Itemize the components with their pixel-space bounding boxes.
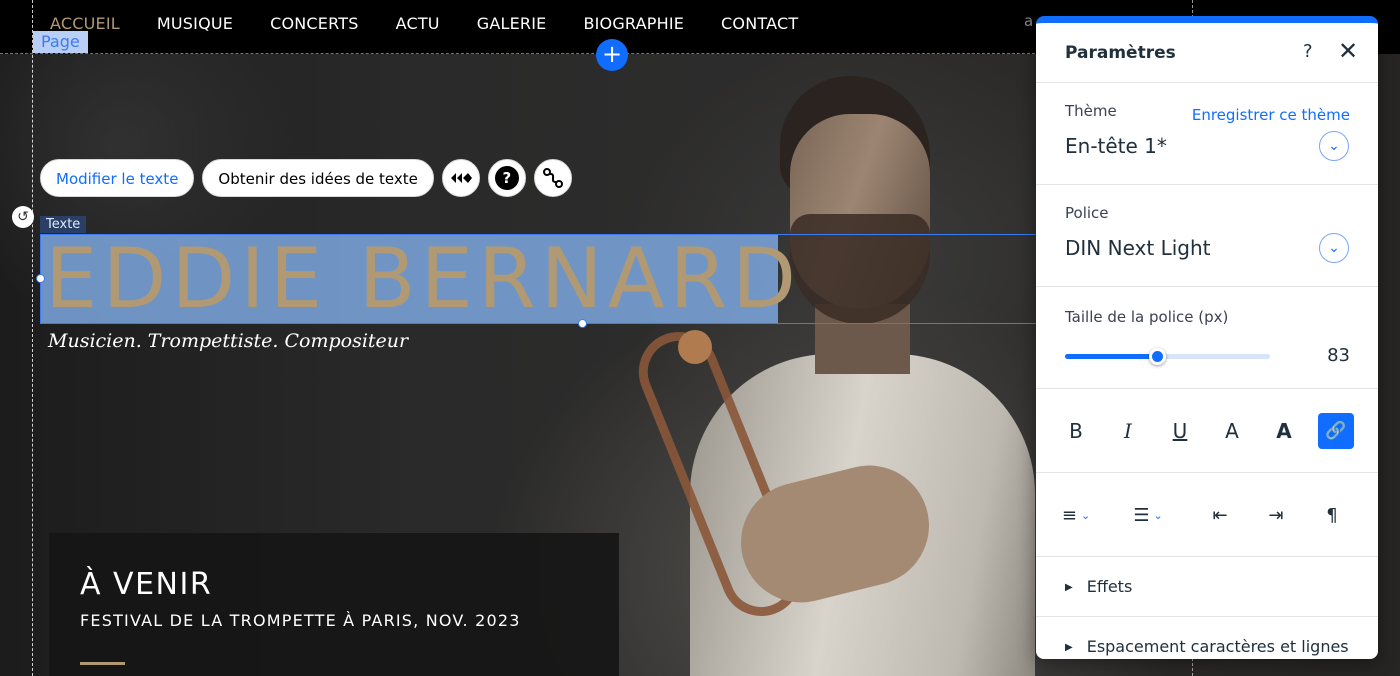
align-left-icon[interactable]: ≡ ⌄ [1058, 497, 1094, 533]
nav-item-musique[interactable]: MUSIQUE [157, 14, 233, 33]
nav-item-accueil[interactable]: ACCUEIL [50, 14, 120, 33]
nav-item-biographie[interactable]: BIOGRAPHIE [583, 14, 684, 33]
panel-close-icon[interactable]: ✕ [1338, 37, 1358, 65]
indent-decrease-icon[interactable]: ⇤ [1202, 497, 1238, 533]
font-size-section: Taille de la police (px) 83 [1036, 287, 1378, 389]
theme-dropdown-chevron-icon[interactable]: ⌄ [1319, 131, 1349, 161]
theme-label: Thème [1065, 102, 1117, 120]
spacing-label: Espacement caractères et lignes [1086, 637, 1349, 656]
indent-increase-icon[interactable]: ⇥ [1258, 497, 1294, 533]
animation-button[interactable] [441, 159, 480, 197]
font-size-slider[interactable] [1065, 348, 1270, 365]
left-resize-handle[interactable] [36, 274, 45, 283]
connect-icon [542, 168, 563, 188]
font-dropdown-chevron-icon[interactable]: ⌄ [1319, 233, 1349, 263]
panel-header: Paramètres ? ✕ [1036, 23, 1378, 83]
theme-value[interactable]: En-tête 1* [1065, 134, 1167, 158]
align-chevron-icon: ⌄ [1080, 508, 1091, 522]
nav-item-galerie[interactable]: GALERIE [477, 14, 547, 33]
trumpet-mouthpiece [678, 330, 712, 364]
edit-text-button[interactable]: Modifier le texte [40, 159, 195, 197]
nav-item-actu[interactable]: ACTU [396, 14, 440, 33]
text-direction-icon[interactable]: ¶ [1314, 497, 1350, 533]
link-button[interactable]: 🔗 [1318, 413, 1354, 449]
editor-guide-header [0, 53, 1040, 54]
font-size-slider-fill [1065, 354, 1158, 359]
headline-selection-box[interactable]: EDDIE BERNARD [36, 230, 1040, 328]
main-nav: ACCUEIL MUSIQUE CONCERTS ACTU GALERIE BI… [50, 0, 798, 46]
upcoming-divider [80, 662, 125, 665]
italic-button[interactable]: I [1110, 413, 1146, 449]
highlight-color-button[interactable]: A [1266, 413, 1302, 449]
animation-icon [450, 173, 472, 183]
font-size-label: Taille de la police (px) [1065, 308, 1229, 326]
bottom-resize-handle[interactable] [578, 319, 587, 328]
effects-section[interactable]: ▶ Effets [1036, 557, 1378, 617]
theme-section: Thème Enregistrer ce thème En-tête 1* ⌄ [1036, 83, 1378, 185]
upcoming-title: À VENIR [80, 567, 213, 602]
panel-title: Paramètres [1065, 43, 1176, 63]
bold-button[interactable]: B [1058, 413, 1094, 449]
text-toolbar: Modifier le texte Obtenir des idées de t… [40, 159, 572, 197]
nav-item-contact[interactable]: CONTACT [721, 14, 798, 33]
font-size-value[interactable]: 83 [1327, 345, 1350, 366]
underline-button[interactable]: U [1162, 413, 1198, 449]
editor-guide-left [32, 0, 33, 676]
list-chevron-icon: ⌄ [1153, 508, 1163, 522]
spacing-expand-icon: ▶ [1065, 642, 1073, 653]
nav-item-concerts[interactable]: CONCERTS [270, 14, 359, 33]
connect-button[interactable] [533, 159, 572, 197]
format-section: B I U A A 🔗 [1036, 389, 1378, 473]
spacing-section[interactable]: ▶ Espacement caractères et lignes [1036, 617, 1378, 659]
font-section: Police DIN Next Light ⌄ [1036, 185, 1378, 287]
spacing-accordion[interactable]: ▶ Espacement caractères et lignes [1065, 637, 1349, 656]
help-button[interactable]: ? [487, 159, 526, 197]
amazon-icon[interactable]: a [1024, 12, 1033, 30]
headline-text[interactable]: EDDIE BERNARD [45, 229, 801, 329]
page-tag[interactable]: Page [33, 31, 88, 53]
font-label: Police [1065, 204, 1109, 222]
add-section-button[interactable]: + [596, 39, 628, 71]
font-value[interactable]: DIN Next Light [1065, 236, 1210, 260]
panel-help-icon[interactable]: ? [1303, 41, 1313, 62]
text-color-button[interactable]: A [1214, 413, 1250, 449]
rotate-icon[interactable]: ↺ [12, 206, 34, 228]
effects-expand-icon: ▶ [1065, 582, 1073, 593]
help-icon: ? [494, 166, 519, 190]
paragraph-section: ≡ ⌄ ☰ ⌄ ⇤ ⇥ ¶ [1036, 473, 1378, 557]
upcoming-event: FESTIVAL DE LA TROMPETTE À PARIS, NOV. 2… [80, 611, 521, 630]
list-icon[interactable]: ☰ ⌄ [1130, 497, 1166, 533]
font-size-slider-handle[interactable] [1149, 348, 1167, 365]
hero-subtitle[interactable]: Musicien. Trompettiste. Compositeur [48, 330, 408, 352]
text-ideas-button[interactable]: Obtenir des idées de texte [202, 159, 434, 197]
effects-label: Effets [1086, 577, 1133, 596]
save-theme-link[interactable]: Enregistrer ce thème [1192, 106, 1350, 124]
settings-panel: Paramètres ? ✕ Thème Enregistrer ce thèm… [1036, 16, 1378, 659]
upcoming-box[interactable]: À VENIR FESTIVAL DE LA TROMPETTE À PARIS… [49, 533, 619, 676]
effects-accordion[interactable]: ▶ Effets [1065, 577, 1132, 596]
